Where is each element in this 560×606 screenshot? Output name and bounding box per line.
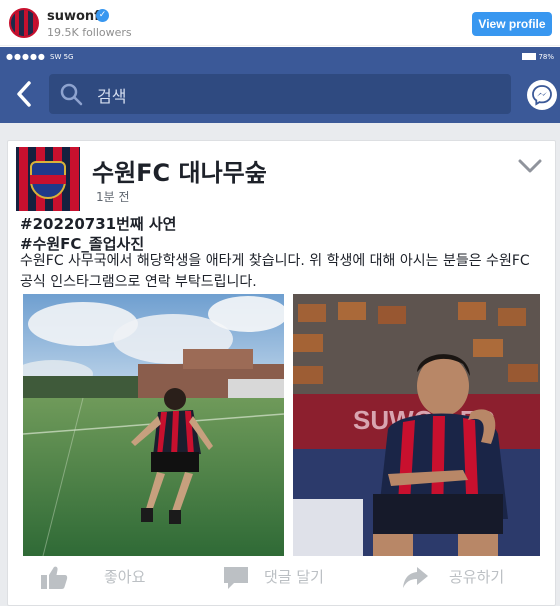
share-label: 공유하기 bbox=[449, 568, 505, 586]
like-label: 좋아요 bbox=[104, 568, 146, 586]
post-timestamp[interactable]: 1분 전 bbox=[96, 188, 130, 205]
post-body-text: 수원FC 사무국에서 해당학생을 애타게 찾습니다. 위 학생에 대해 아시는 … bbox=[20, 253, 530, 290]
facebook-top-bar: 검색 bbox=[0, 67, 560, 123]
comment-icon bbox=[224, 567, 248, 589]
battery-icon bbox=[522, 53, 536, 60]
view-profile-button[interactable]: View profile bbox=[472, 12, 552, 36]
search-field[interactable]: 검색 bbox=[49, 74, 511, 114]
comment-button[interactable]: 댓글 달기 bbox=[222, 561, 362, 605]
page-logo-image[interactable] bbox=[16, 147, 80, 211]
thumbs-up-icon bbox=[41, 566, 68, 589]
share-arrow-icon bbox=[403, 567, 428, 588]
signal-icon: ●●●●● bbox=[6, 52, 46, 61]
messenger-icon[interactable] bbox=[527, 80, 557, 110]
post-photo-field-player[interactable] bbox=[23, 294, 284, 556]
profile-avatar[interactable] bbox=[9, 8, 39, 38]
hashtag-line-1[interactable]: #20220731번째 사연 bbox=[20, 213, 177, 234]
comment-label: 댓글 달기 bbox=[264, 568, 324, 586]
search-placeholder: 검색 bbox=[97, 87, 127, 106]
facebook-post-card: 수원FC 대나무숲 1분 전 #20220731번째 사연 #수원FC_졸업사진… bbox=[7, 140, 556, 606]
verified-badge-icon: ✓ bbox=[96, 9, 109, 22]
share-button[interactable]: 공유하기 bbox=[401, 561, 541, 605]
chevron-down-icon[interactable] bbox=[518, 159, 542, 173]
battery-percent: 78% bbox=[538, 53, 554, 61]
post-action-bar: 좋아요 댓글 달기 공유하기 bbox=[8, 561, 557, 605]
back-arrow-icon[interactable] bbox=[12, 79, 40, 109]
post-photo-stadium-player[interactable]: SUWON FC bbox=[293, 294, 540, 556]
phone-status-bar: ●●●●● SW 5G 78% bbox=[0, 47, 560, 67]
search-icon bbox=[60, 83, 83, 106]
carrier-label: SW 5G bbox=[50, 53, 74, 61]
instagram-header: suwonfc ✓ 19.5K followers View profile bbox=[0, 0, 560, 46]
follower-count: 19.5K followers bbox=[47, 26, 132, 39]
page-title[interactable]: 수원FC 대나무숲 bbox=[92, 153, 267, 188]
like-button[interactable]: 좋아요 bbox=[40, 561, 160, 605]
